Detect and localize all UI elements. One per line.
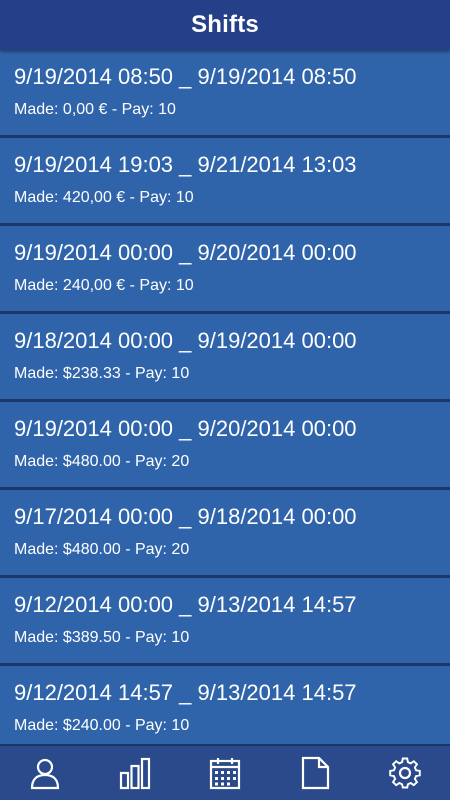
app-header: Shifts (0, 0, 450, 50)
shift-earnings: Made: $240.00 - Pay: 10 (14, 717, 190, 734)
shift-date-range: 9/12/2014 00:00 _ 9/13/2014 14:57 (14, 592, 357, 617)
shift-earnings: Made: $389.50 - Pay: 10 (14, 629, 190, 646)
shift-list-item[interactable]: 9/12/2014 00:00 _ 9/13/2014 14:57 Made: … (0, 578, 450, 666)
shift-list-item[interactable]: 9/17/2014 00:00 _ 9/18/2014 00:00 Made: … (0, 490, 450, 578)
shift-date-range: 9/17/2014 00:00 _ 9/18/2014 00:00 (14, 504, 357, 529)
bar-chart-icon (119, 757, 151, 790)
shift-date-range: 9/19/2014 00:00 _ 9/20/2014 00:00 (14, 416, 357, 441)
shift-earnings: Made: 240,00 € - Pay: 10 (14, 277, 194, 294)
shift-list-item[interactable]: 9/19/2014 00:00 _ 9/20/2014 00:00 Made: … (0, 226, 450, 314)
shift-list-item[interactable]: 9/19/2014 08:50 _ 9/19/2014 08:50 Made: … (0, 50, 450, 138)
nav-profile-button[interactable] (15, 746, 75, 800)
bottom-nav-bar (0, 744, 450, 800)
shift-list-item[interactable]: 9/18/2014 00:00 _ 9/19/2014 00:00 Made: … (0, 314, 450, 402)
shift-earnings: Made: $480.00 - Pay: 20 (14, 453, 190, 470)
shift-list-item[interactable]: 9/19/2014 00:00 _ 9/20/2014 00:00 Made: … (0, 402, 450, 490)
shift-list-item[interactable]: 9/19/2014 19:03 _ 9/21/2014 13:03 Made: … (0, 138, 450, 226)
shift-earnings: Made: 420,00 € - Pay: 10 (14, 189, 194, 206)
nav-calendar-button[interactable] (195, 746, 255, 800)
shift-date-range: 9/12/2014 14:57 _ 9/13/2014 14:57 (14, 680, 357, 705)
document-icon (301, 756, 330, 790)
shift-list[interactable]: 9/19/2014 08:50 _ 9/19/2014 08:50 Made: … (0, 50, 450, 744)
calendar-icon (209, 758, 241, 790)
nav-reports-button[interactable] (285, 746, 345, 800)
shift-list-item[interactable]: 9/12/2014 14:57 _ 9/13/2014 14:57 Made: … (0, 666, 450, 744)
gear-icon (389, 757, 421, 789)
nav-statistics-button[interactable] (105, 746, 165, 800)
shift-earnings: Made: $480.00 - Pay: 20 (14, 541, 190, 558)
shift-date-range: 9/19/2014 00:00 _ 9/20/2014 00:00 (14, 240, 357, 265)
shift-earnings: Made: $238.33 - Pay: 10 (14, 365, 190, 382)
user-icon (30, 758, 60, 790)
shift-date-range: 9/19/2014 08:50 _ 9/19/2014 08:50 (14, 64, 357, 89)
nav-settings-button[interactable] (375, 746, 435, 800)
shift-earnings: Made: 0,00 € - Pay: 10 (14, 101, 176, 118)
shift-date-range: 9/18/2014 00:00 _ 9/19/2014 00:00 (14, 328, 357, 353)
page-title: Shifts (191, 11, 259, 38)
shift-date-range: 9/19/2014 19:03 _ 9/21/2014 13:03 (14, 152, 357, 177)
